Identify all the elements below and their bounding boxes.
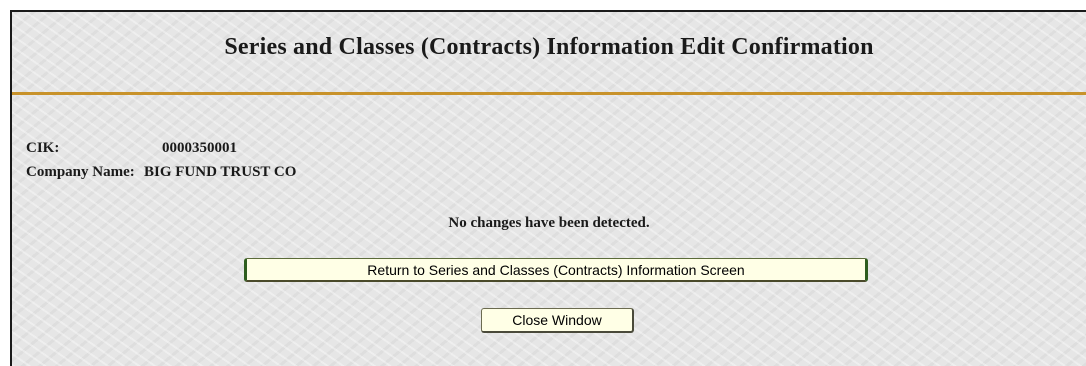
return-to-series-classes-button[interactable]: Return to Series and Classes (Contracts)… bbox=[244, 258, 868, 282]
close-window-button[interactable]: Close Window bbox=[481, 308, 634, 333]
status-message: No changes have been detected. bbox=[448, 215, 650, 231]
cik-label: CIK: bbox=[26, 140, 60, 156]
return-button-label: Return to Series and Classes (Contracts)… bbox=[367, 261, 745, 278]
cik-row: CIK: 0000350001 bbox=[26, 140, 237, 157]
confirmation-panel: Series and Classes (Contracts) Informati… bbox=[10, 10, 1086, 366]
page-title: Series and Classes (Contracts) Informati… bbox=[224, 34, 874, 60]
cik-value: 0000350001 bbox=[162, 140, 237, 156]
company-name-row: Company Name: BIG FUND TRUST CO bbox=[26, 164, 296, 181]
title-divider bbox=[12, 92, 1086, 95]
company-name-label: Company Name: bbox=[26, 164, 135, 180]
company-name-value: BIG FUND TRUST CO bbox=[144, 164, 297, 180]
close-button-label: Close Window bbox=[512, 312, 602, 328]
